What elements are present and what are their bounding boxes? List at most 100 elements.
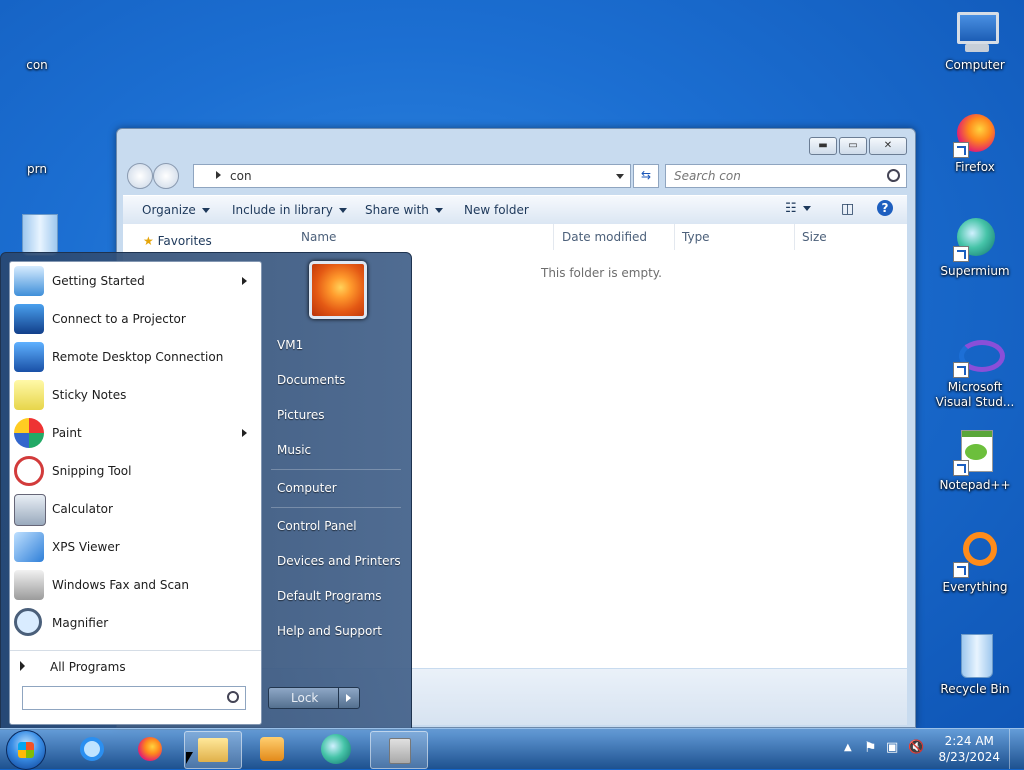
internet-explorer-icon	[80, 737, 104, 761]
desktop-icon-label: Microsoft Visual Stud...	[935, 380, 1015, 409]
link-computer[interactable]: Computer	[277, 481, 337, 495]
taskbar-internet-explorer[interactable]	[62, 731, 118, 767]
all-programs-arrow-icon	[20, 661, 25, 671]
recycle-bin-partial-icon[interactable]	[22, 214, 58, 256]
desktop-icon-con[interactable]: con	[0, 58, 79, 73]
share-with-label: Share with	[365, 203, 429, 217]
back-button[interactable]	[127, 163, 153, 189]
show-hidden-icons-button[interactable]: ▲	[844, 742, 852, 753]
desktop-icon-everything[interactable]: Everything	[933, 530, 1017, 595]
desktop-icon-recycle-bin[interactable]: Recycle Bin	[933, 632, 1017, 697]
everything-icon	[951, 530, 999, 578]
link-pictures[interactable]: Pictures	[277, 408, 325, 422]
taskbar-media-player[interactable]	[244, 731, 300, 767]
taskbar-file-archive[interactable]	[370, 731, 428, 769]
program-connect-to-a-projector[interactable]: Connect to a Projector	[10, 300, 261, 338]
program-remote-desktop-connection[interactable]: Remote Desktop Connection	[10, 338, 261, 376]
search-input[interactable]	[672, 168, 876, 184]
folder-icon	[198, 738, 228, 762]
star-icon: ★	[143, 234, 154, 248]
desktop-icon-label: con	[26, 58, 48, 72]
share-with-button[interactable]: Share with	[365, 203, 443, 217]
forward-button[interactable]	[153, 163, 179, 189]
column-header-type[interactable]: Type	[682, 230, 710, 244]
program-label: Paint	[52, 426, 82, 440]
maximize-button[interactable]: ▭	[839, 137, 867, 155]
divider	[271, 507, 401, 508]
link-devices-and-printers[interactable]: Devices and Printers	[277, 554, 401, 568]
desktop-icon-label: Notepad++	[939, 478, 1011, 492]
preview-pane-button[interactable]: ◫	[841, 201, 854, 217]
program-calculator[interactable]: Calculator	[10, 490, 261, 528]
column-header-size[interactable]: Size	[802, 230, 827, 244]
system-tray: ▲ ⚑ ▣ 🔇 2:24 AM 8/23/2024	[844, 729, 1024, 769]
mouse-cursor-icon	[186, 752, 193, 764]
start-button[interactable]	[6, 730, 46, 770]
lock-button[interactable]: Lock	[268, 687, 360, 709]
new-folder-button[interactable]: New folder	[464, 203, 529, 217]
address-dropdown-icon[interactable]	[616, 174, 624, 179]
desktop-icon-supermium[interactable]: Supermium	[933, 214, 1017, 279]
link-music[interactable]: Music	[277, 443, 311, 457]
shutdown-options-arrow-icon[interactable]	[338, 688, 359, 708]
desktop-icon-prn[interactable]: prn	[0, 162, 79, 177]
link-default-programs[interactable]: Default Programs	[277, 589, 382, 603]
taskbar-supermium[interactable]	[308, 731, 364, 767]
desktop-icon-label: Recycle Bin	[940, 682, 1010, 696]
view-options-button[interactable]: ☷	[785, 201, 811, 216]
network-icon[interactable]: ▣	[886, 740, 898, 755]
volume-muted-icon[interactable]: 🔇	[908, 740, 924, 755]
program-sticky-notes[interactable]: Sticky Notes	[10, 376, 261, 414]
program-xps-viewer[interactable]: XPS Viewer	[10, 528, 261, 566]
chevron-down-icon	[802, 206, 811, 211]
submenu-arrow-icon	[242, 429, 247, 437]
command-bar: Organize Include in library Share with N…	[123, 195, 907, 225]
link-help-and-support[interactable]: Help and Support	[277, 624, 382, 638]
refresh-button[interactable]: ⇆	[633, 164, 659, 188]
column-header-date-modified[interactable]: Date modified	[562, 230, 647, 244]
close-button[interactable]: ✕	[869, 137, 907, 155]
program-windows-fax-and-scan[interactable]: Windows Fax and Scan	[10, 566, 261, 604]
link-control-panel[interactable]: Control Panel	[277, 519, 357, 533]
taskbar-firefox[interactable]	[122, 731, 178, 767]
nav-pane-favorites[interactable]: ★ Favorites	[143, 234, 212, 248]
desktop-icon-label: Everything	[942, 580, 1008, 594]
clock-time: 2:24 AM	[944, 734, 994, 748]
help-icon[interactable]: ?	[877, 200, 893, 216]
column-header-name[interactable]: Name	[301, 230, 336, 244]
include-in-library-button[interactable]: Include in library	[232, 203, 347, 217]
start-search-box[interactable]	[22, 686, 246, 710]
sticky-notes-icon	[14, 380, 44, 410]
link-documents[interactable]: Documents	[277, 373, 345, 387]
desktop-icon-visual-studio[interactable]: Microsoft Visual Stud...	[933, 330, 1017, 410]
program-label: Windows Fax and Scan	[52, 578, 190, 592]
calculator-icon	[14, 494, 46, 526]
clock-date: 8/23/2024	[938, 750, 1000, 764]
link-user[interactable]: VM1	[277, 338, 303, 352]
desktop-icon-label: Computer	[945, 58, 1005, 72]
address-text: con	[230, 169, 252, 183]
program-paint[interactable]: Paint	[10, 414, 261, 452]
search-icon[interactable]	[887, 169, 900, 182]
minimize-button[interactable]: ▬	[809, 137, 837, 155]
address-bar[interactable]: con	[193, 164, 631, 188]
clock[interactable]: 2:24 AM 8/23/2024	[938, 733, 1000, 765]
search-box[interactable]	[665, 164, 907, 188]
program-snipping-tool[interactable]: Snipping Tool	[10, 452, 261, 490]
program-label: Magnifier	[52, 616, 109, 630]
action-center-flag-icon[interactable]: ⚑	[864, 740, 877, 756]
program-getting-started[interactable]: Getting Started	[10, 262, 261, 300]
desktop-icon-computer[interactable]: Computer	[933, 8, 1017, 73]
desktop-icon-notepad-plus-plus[interactable]: Notepad++	[933, 428, 1017, 493]
organize-label: Organize	[142, 203, 196, 217]
all-programs-button[interactable]: All Programs	[10, 650, 261, 681]
program-magnifier[interactable]: Magnifier	[10, 604, 261, 642]
magnifier-icon	[14, 608, 42, 636]
remote-desktop-icon	[14, 342, 44, 372]
user-avatar[interactable]	[309, 261, 367, 319]
show-desktop-button[interactable]	[1009, 729, 1024, 769]
search-icon[interactable]	[227, 691, 239, 703]
include-in-library-label: Include in library	[232, 203, 333, 217]
desktop-icon-firefox[interactable]: Firefox	[933, 110, 1017, 175]
organize-button[interactable]: Organize	[142, 203, 210, 217]
